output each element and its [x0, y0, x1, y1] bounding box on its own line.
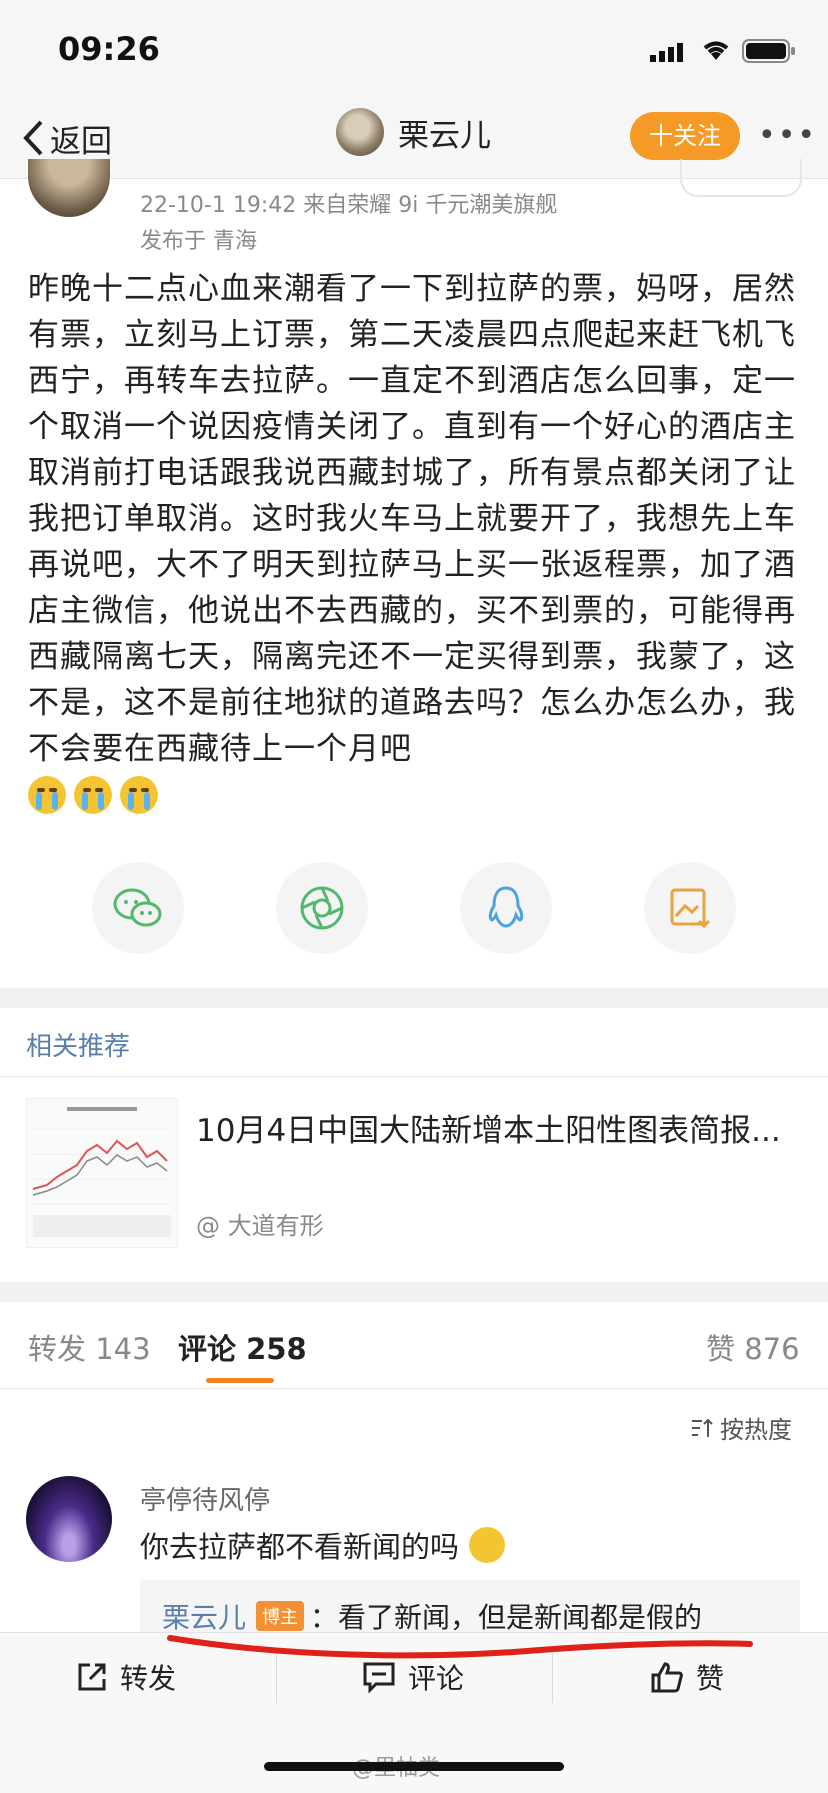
- related-title: 相关推荐: [26, 1032, 131, 1062]
- back-button[interactable]: 返回: [22, 114, 112, 162]
- author-badge: 博主: [256, 1601, 305, 1631]
- save-image-icon: [670, 888, 711, 929]
- tab-comments[interactable]: 评论 258: [178, 1326, 307, 1368]
- wechat-icon: [113, 888, 162, 927]
- post-header: 22-10-1 19:42 来自荣耀 9i 千元潮美旗舰 发布于 青海: [0, 159, 828, 259]
- active-tab-indicator: [206, 1378, 274, 1383]
- post-meta: 22-10-1 19:42 来自荣耀 9i 千元潮美旗舰: [140, 193, 558, 218]
- post-location: 发布于 青海: [140, 229, 257, 254]
- post-body: 昨晚十二点心血来潮看了一下到拉萨的票，妈呀，居然有票，立刻马上订票，第二天凌晨四…: [28, 266, 804, 814]
- share-row: [0, 862, 828, 962]
- red-annotation-underline: [167, 1635, 753, 1659]
- interaction-tabs: 转发 143 评论 258 赞 876: [0, 1302, 828, 1389]
- sort-icon: [692, 1418, 713, 1437]
- avatar[interactable]: [336, 108, 384, 156]
- share-wechat-button[interactable]: [92, 862, 184, 954]
- related-item-title[interactable]: 10月4日中国大陆新增本土阳性图表简报...: [196, 1108, 796, 1154]
- share-moments-button[interactable]: [276, 862, 368, 954]
- nav-user[interactable]: 栗云儿: [336, 108, 491, 156]
- status-bar: 09:26: [0, 0, 828, 100]
- chevron-left-icon: [23, 120, 43, 156]
- post-author-avatar[interactable]: [28, 159, 110, 217]
- home-indicator[interactable]: [264, 1762, 564, 1771]
- sort-label: 按热度: [720, 1416, 792, 1444]
- post-text: 昨晚十二点心血来潮看了一下到拉萨的票，妈呀，居然有票，立刻马上订票，第二天凌晨四…: [28, 271, 796, 767]
- divider: [0, 1076, 828, 1077]
- back-label: 返回: [50, 123, 112, 160]
- chart-thumbnail-icon: [32, 1107, 171, 1237]
- comment-username[interactable]: 亭停待风停: [140, 1480, 270, 1517]
- signal-icon: [650, 43, 683, 62]
- crying-emoji-icon: [120, 776, 158, 814]
- follow-button-partial[interactable]: [680, 159, 802, 197]
- emoji-row: [28, 776, 804, 814]
- wifi-icon: [703, 41, 729, 60]
- battery-icon: [742, 39, 795, 63]
- qq-icon: [488, 886, 524, 928]
- tab-likes[interactable]: 赞 876: [706, 1326, 800, 1368]
- related-thumbnail[interactable]: [26, 1098, 178, 1248]
- more-menu-button[interactable]: •••: [758, 118, 817, 153]
- moments-icon: [300, 886, 344, 930]
- tab-repost[interactable]: 转发 143: [28, 1326, 151, 1368]
- crying-emoji-icon: [28, 776, 66, 814]
- related-item-source[interactable]: @ 大道有形: [196, 1206, 324, 1241]
- share-qq-button[interactable]: [460, 862, 552, 954]
- comment-body: 你去拉萨都不看新闻的吗: [140, 1530, 460, 1564]
- follow-button[interactable]: 十关注: [630, 112, 740, 160]
- nav-username: 栗云儿: [398, 117, 491, 154]
- comment-avatar[interactable]: [26, 1476, 112, 1562]
- comment-text: 你去拉萨都不看新闻的吗: [140, 1524, 506, 1566]
- share-out-icon: [78, 1663, 106, 1691]
- laughing-emoji-icon: [469, 1527, 506, 1563]
- section-divider: [0, 988, 828, 1008]
- save-image-button[interactable]: [644, 862, 736, 954]
- sort-button[interactable]: 按热度: [690, 1410, 792, 1445]
- status-time: 09:26: [58, 30, 160, 68]
- section-divider: [0, 1282, 828, 1302]
- crying-emoji-icon: [74, 776, 112, 814]
